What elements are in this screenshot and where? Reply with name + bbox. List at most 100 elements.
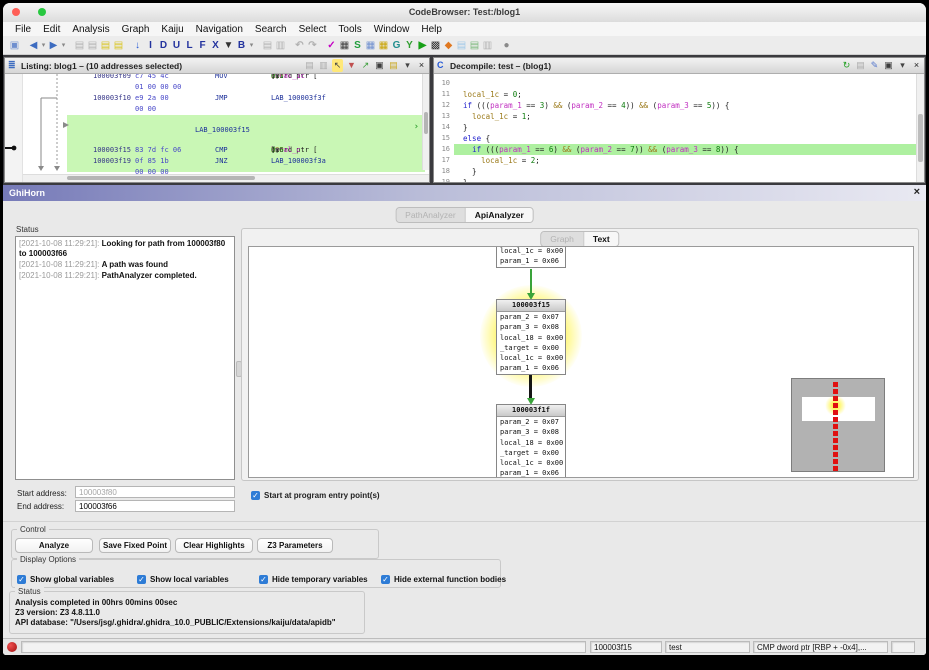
close-icon[interactable]: ×	[416, 59, 427, 72]
decompile-line[interactable]	[454, 78, 916, 89]
doc-green-icon[interactable]: ▤	[468, 39, 481, 52]
undefine-u-icon[interactable]: U	[170, 39, 183, 52]
key-icon[interactable]: ●	[500, 39, 513, 52]
forward-icon[interactable]: ▶	[47, 39, 60, 52]
view-tab-graph[interactable]: Graph	[541, 232, 583, 246]
decompile-line[interactable]: else {	[454, 133, 916, 144]
forward-dropdown-icon[interactable]: ▾	[60, 39, 67, 52]
hide-temporary-variables-checkbox[interactable]: ✓Hide temporary variables	[259, 571, 368, 589]
menu-help[interactable]: Help	[415, 24, 448, 35]
close-icon[interactable]: ×	[911, 59, 922, 72]
next-data-icon[interactable]: ▤	[112, 39, 125, 52]
view-tab-text[interactable]: Text	[583, 232, 619, 246]
tab-apianalyzer[interactable]: ApiAnalyzer	[465, 208, 533, 222]
decompile-line[interactable]: }	[454, 122, 916, 133]
start-address-input[interactable]: 100003f80	[75, 486, 235, 498]
bytes-dropdown-icon[interactable]: ▾	[248, 39, 255, 52]
decompile-line[interactable]: local_1c = 0;	[454, 89, 916, 100]
graph-node-partial[interactable]: local_1c = 0x00param_1 = 0x06	[496, 246, 566, 268]
ghihorn-title-bar[interactable]: GhiHorn ×	[3, 185, 926, 201]
decompile-line[interactable]: if (((param_1 == 3) && (param_2 == 4)) &…	[454, 100, 916, 111]
entry-point-checkbox[interactable]: ✓Start at program entry point(s)	[251, 487, 380, 505]
ghihorn-close-icon[interactable]: ×	[914, 186, 920, 198]
filter-icon[interactable]: ▼	[346, 59, 357, 72]
menu-graph[interactable]: Graph	[116, 24, 156, 35]
clone-icon[interactable]: ▤	[388, 59, 399, 72]
xref-continuation-marker[interactable]: ›	[414, 122, 419, 132]
decompile-lines[interactable]: 1011 local_1c = 0;12 if (((param_1 == 3)…	[434, 74, 924, 182]
tab-pathanalyzer[interactable]: PathAnalyzer	[396, 208, 465, 222]
diamond-icon[interactable]: ◆	[442, 39, 455, 52]
dropdown-icon[interactable]: ▾	[402, 59, 413, 72]
decompile-line-highlighted[interactable]: if (((param_1 == 6) && (param_2 == 7)) &…	[454, 144, 916, 155]
decompile-line[interactable]: local_1c = 2;	[454, 155, 916, 166]
save-icon[interactable]: ▣	[8, 39, 21, 52]
prev-data-icon[interactable]: ▤	[99, 39, 112, 52]
tree-icon[interactable]: Y	[403, 39, 416, 52]
menu-analysis[interactable]: Analysis	[66, 24, 115, 35]
refresh-icon[interactable]: ↻	[841, 59, 852, 72]
ghidra-logo-icon[interactable]	[7, 642, 17, 652]
menu-tools[interactable]: Tools	[332, 24, 367, 35]
satellite-minimap[interactable]	[791, 378, 885, 472]
menu-edit[interactable]: Edit	[37, 24, 66, 35]
listing-vscrollbar[interactable]	[422, 74, 429, 170]
bug-icon[interactable]: ▩	[429, 39, 442, 52]
menu-select[interactable]: Select	[293, 24, 333, 35]
validate-icon[interactable]: ✓	[325, 39, 338, 52]
end-address-input[interactable]: 100003f66	[75, 500, 235, 512]
back-dropdown-icon[interactable]: ▾	[40, 39, 47, 52]
redo-icon[interactable]: ↷	[306, 39, 319, 52]
clock-icon[interactable]: ▥	[481, 39, 494, 52]
graph-g-icon[interactable]: G	[390, 39, 403, 52]
script-icon[interactable]: S	[351, 39, 364, 52]
clear-highlights-button[interactable]: Clear Highlights	[175, 538, 253, 553]
menu-search[interactable]: Search	[249, 24, 293, 35]
decompile-line[interactable]: }	[454, 177, 916, 182]
listing-content[interactable]: 100003f09c7 45 4cMOVdword ptr [RBP + loc…	[5, 74, 429, 182]
decompile-header[interactable]: C Decompile: test – (blog1) ↻▤✎▣▾×	[434, 58, 924, 74]
listing-hscroll-thumb[interactable]	[67, 176, 255, 180]
snapshot-icon[interactable]: ▣	[883, 59, 894, 72]
decompile-line[interactable]: }	[454, 166, 916, 177]
listing-header[interactable]: ≣ Listing: blog1 – (10 addresses selecte…	[5, 58, 429, 74]
cursor-location-icon[interactable]: ↖	[332, 59, 343, 72]
edit-icon[interactable]: ✎	[869, 59, 880, 72]
back-icon[interactable]: ◀	[27, 39, 40, 52]
listing-hscrollbar[interactable]	[23, 174, 429, 182]
decompile-line[interactable]: local_1c = 1;	[454, 111, 916, 122]
copy-icon[interactable]: ▤	[304, 59, 315, 72]
paste-icon[interactable]: ▥	[318, 59, 329, 72]
copy-icon[interactable]: ▤	[855, 59, 866, 72]
bytes-b-icon[interactable]: B	[235, 39, 248, 52]
graph-node-100003f15[interactable]: 100003f15param_2 = 0x07param_3 = 0x08loc…	[496, 299, 566, 375]
disassemble-icon[interactable]: ↓	[131, 39, 144, 52]
doc-blue-icon[interactable]: ▤	[455, 39, 468, 52]
function-f-icon[interactable]: F	[196, 39, 209, 52]
copy-icon[interactable]: ▤	[261, 39, 274, 52]
dropdown-icon[interactable]: ▾	[897, 59, 908, 72]
table-icon[interactable]: ▦	[338, 39, 351, 52]
clear-x-icon[interactable]: X	[209, 39, 222, 52]
memory-icon[interactable]: ▦	[364, 39, 377, 52]
z3-parameters-button[interactable]: Z3 Parameters	[257, 538, 333, 553]
clear-flow-icon[interactable]: ▼	[222, 39, 235, 52]
save-fixed-point-button[interactable]: Save Fixed Point	[99, 538, 171, 553]
decompile-content[interactable]: 1011 local_1c = 0;12 if (((param_1 == 3)…	[434, 74, 924, 182]
analyze-button[interactable]: Analyze	[15, 538, 93, 553]
prev-function-icon[interactable]: ▤	[73, 39, 86, 52]
decompile-vscrollbar[interactable]	[916, 74, 924, 182]
expand-arrows-icon[interactable]: ↗	[360, 59, 371, 72]
decompile-vscroll-thumb[interactable]	[918, 114, 923, 162]
data-d-icon[interactable]: D	[157, 39, 170, 52]
menu-kaiju[interactable]: Kaiju	[155, 24, 189, 35]
instruction-i-icon[interactable]: I	[144, 39, 157, 52]
menu-file[interactable]: File	[9, 24, 37, 35]
menu-navigation[interactable]: Navigation	[190, 24, 249, 35]
path-graph-canvas[interactable]: local_1c = 0x00param_1 = 0x06 100003f15p…	[248, 246, 914, 478]
graph-node-100003f1f[interactable]: 100003f1fparam_2 = 0x07param_3 = 0x08loc…	[496, 404, 566, 478]
menu-window[interactable]: Window	[368, 24, 416, 35]
undo-icon[interactable]: ↶	[293, 39, 306, 52]
show-local-variables-checkbox[interactable]: ✓Show local variables	[137, 571, 229, 589]
bookmark-icon[interactable]: ▦	[377, 39, 390, 52]
